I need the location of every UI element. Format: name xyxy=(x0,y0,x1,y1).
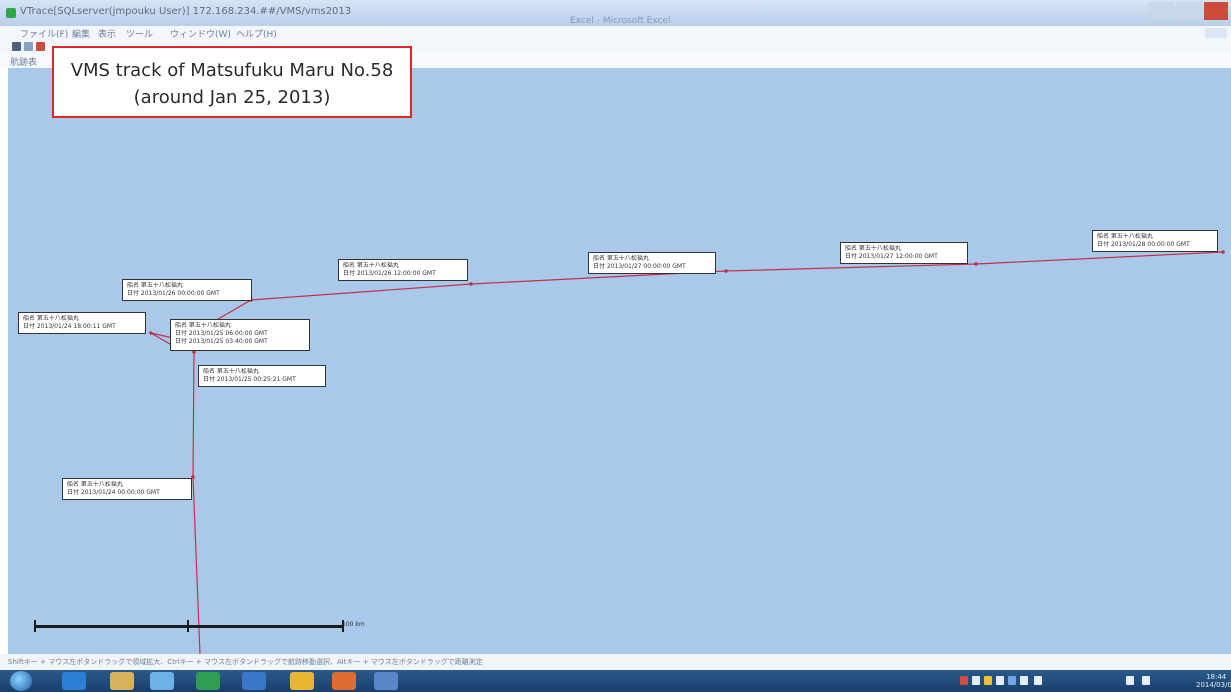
tray-app-icon[interactable] xyxy=(1008,676,1016,685)
scale-tick-left xyxy=(34,620,36,632)
annotation-callout: VMS track of Matsufuku Maru No.58 (aroun… xyxy=(52,46,412,118)
maximize-button[interactable] xyxy=(1176,2,1202,20)
media-icon[interactable] xyxy=(332,672,356,690)
menu-view[interactable]: 表示 xyxy=(98,27,116,40)
menu-file[interactable]: ファイル(F) xyxy=(20,27,68,40)
tray-app-icon[interactable] xyxy=(960,676,968,685)
menu-help[interactable]: ヘルプ(H) xyxy=(236,27,277,40)
track-point-marker[interactable] xyxy=(149,331,153,335)
track-point-label[interactable]: 船名 第五十八松福丸 日付 2013/01/24 00:00:00 GMT xyxy=(62,478,192,500)
globe-app-icon[interactable] xyxy=(242,672,266,690)
network-app-icon[interactable] xyxy=(374,672,398,690)
start-orb-icon[interactable] xyxy=(10,671,32,691)
tray-app-icon[interactable] xyxy=(972,676,980,685)
volume-icon[interactable] xyxy=(1142,676,1150,685)
track-point-marker[interactable] xyxy=(724,269,728,273)
inactive-window-title: Excel - Microsoft Excel xyxy=(570,16,671,26)
tray-app-icon[interactable] xyxy=(996,676,1004,685)
track-point-label[interactable]: 船名 第五十八松福丸 日付 2013/01/26 12:00:00 GMT xyxy=(338,259,468,281)
track-point-label[interactable]: 船名 第五十八松福丸 日付 2013/01/25 00:25:21 GMT xyxy=(198,365,326,387)
status-hint-text: Shiftキー + マウス左ボタンドラッグで領域拡大、Ctrlキー + マウス左… xyxy=(8,658,483,666)
map-canvas[interactable]: 船名 第五十八松福丸 日付 2013/01/28 00:00:00 GMT 船名… xyxy=(8,68,1231,654)
track-point-marker[interactable] xyxy=(1221,250,1225,254)
internet-explorer-icon[interactable] xyxy=(62,672,86,690)
app-icon xyxy=(6,8,16,18)
track-point-marker[interactable] xyxy=(974,262,978,266)
track-point-label[interactable]: 船名 第五十八松福丸 日付 2013/01/25 06:00:00 GMT 日付… xyxy=(170,319,310,351)
callout-title: VMS track of Matsufuku Maru No.58 xyxy=(70,60,394,81)
tray-app-icon[interactable] xyxy=(1034,676,1042,685)
window-title: VTrace[SQLserver(jmpouku User)] 172.168.… xyxy=(20,6,352,17)
vessel-track-line xyxy=(150,251,1224,654)
file-explorer-icon[interactable] xyxy=(110,672,134,690)
clock[interactable]: 18:44 2014/03/03 xyxy=(1196,673,1231,689)
mdi-controls[interactable] xyxy=(1205,28,1227,38)
track-point-label[interactable]: 船名 第五十八松福丸 日付 2013/01/27 00:00:00 GMT xyxy=(588,252,716,274)
track-point-label[interactable]: 船名 第五十八松福丸 日付 2013/01/28 00:00:00 GMT xyxy=(1092,230,1218,252)
minimize-button[interactable] xyxy=(1148,2,1174,20)
taskbar: 18:44 2014/03/03 xyxy=(0,670,1231,692)
window-titlebar: VTrace[SQLserver(jmpouku User)] 172.168.… xyxy=(0,0,1231,26)
chrome-icon[interactable] xyxy=(290,672,314,690)
vessel-track-svg xyxy=(149,250,1225,654)
status-bar: Shiftキー + マウス左ボタンドラッグで領域拡大、Ctrlキー + マウス左… xyxy=(0,654,1231,670)
clock-date: 2014/03/03 xyxy=(1196,681,1231,689)
track-point-label[interactable]: 船名 第五十八松福丸 日付 2013/01/26 00:00:00 GMT xyxy=(122,279,252,301)
toolbar-save-icon[interactable] xyxy=(36,42,45,51)
track-point-label[interactable]: 船名 第五十八松福丸 日付 2013/01/24 18:00:11 GMT xyxy=(18,312,146,334)
folder-icon[interactable] xyxy=(150,672,174,690)
menu-edit[interactable]: 編集 xyxy=(72,27,90,40)
clock-time: 18:44 xyxy=(1206,673,1227,681)
scale-bar xyxy=(34,625,344,628)
menu-window[interactable]: ウィンドウ(W) xyxy=(170,27,231,40)
track-point-label[interactable]: 船名 第五十八松福丸 日付 2013/01/27 12:00:00 GMT xyxy=(840,242,968,264)
view-header-label: 航跡表 xyxy=(10,58,38,68)
excel-icon[interactable] xyxy=(196,672,220,690)
menu-bar: ファイル(F) 編集 表示 ツール ウィンドウ(W) ヘルプ(H) xyxy=(0,26,1231,40)
scale-label: 100 km xyxy=(342,621,365,628)
track-point-marker[interactable] xyxy=(469,282,473,286)
tray-app-icon[interactable] xyxy=(984,676,992,685)
tray-app-icon[interactable] xyxy=(1020,676,1028,685)
toolbar-new-icon[interactable] xyxy=(24,42,33,51)
close-button[interactable] xyxy=(1204,2,1228,20)
toolbar-tool-icon[interactable] xyxy=(12,42,21,51)
menu-tools[interactable]: ツール xyxy=(126,27,153,40)
network-icon[interactable] xyxy=(1126,676,1134,685)
callout-subtitle: (around Jan 25, 2013) xyxy=(133,87,331,108)
scale-tick-mid xyxy=(187,620,189,632)
